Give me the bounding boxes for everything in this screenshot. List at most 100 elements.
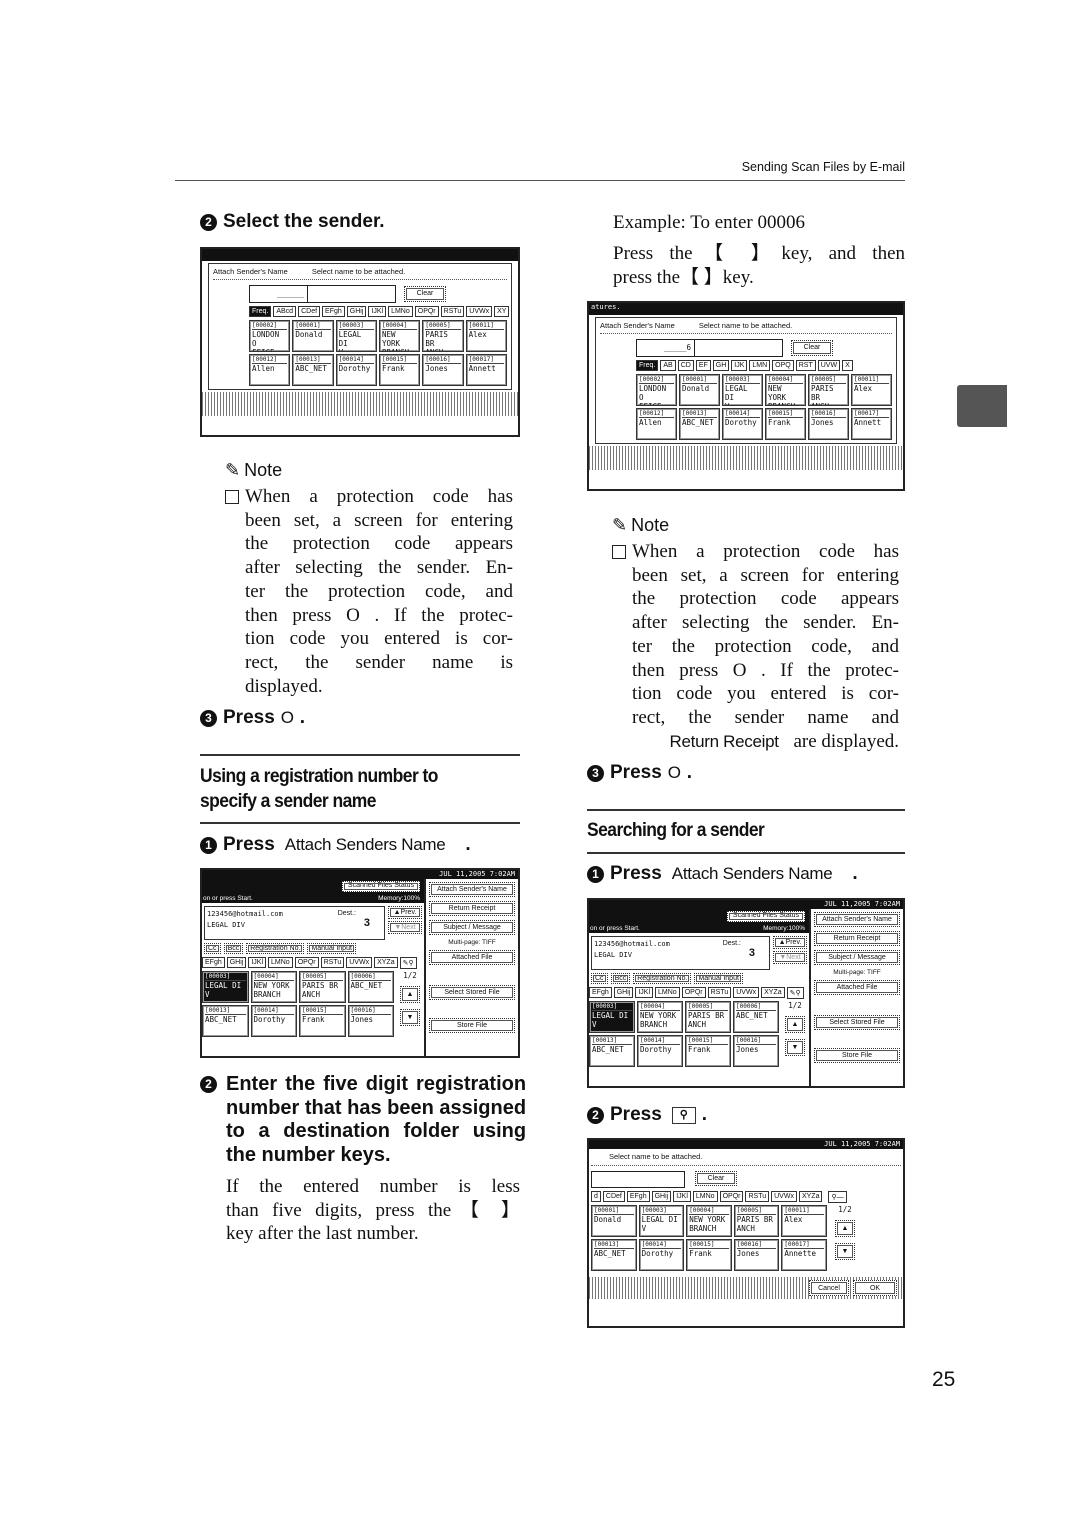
destination-key[interactable]: [00017] Annett (851, 408, 892, 440)
mode-cc[interactable]: Cc (591, 973, 608, 984)
tab-cdef[interactable]: CDef (298, 306, 321, 317)
side-button-0[interactable]: Attach Sender's Name (429, 882, 515, 897)
tab-lmn[interactable]: LMN (749, 360, 771, 371)
tab-rstu[interactable]: RSTu (320, 957, 345, 968)
tab-freq[interactable]: Freq. (636, 360, 659, 371)
cancel-button[interactable]: Cancel (809, 1280, 849, 1296)
destination-key[interactable]: [00005]PARIS BRANCH (808, 374, 849, 406)
store-file-button[interactable]: Store File (429, 1018, 515, 1033)
destination-key[interactable]: [00016] Jones (422, 354, 464, 386)
tab-lmno[interactable]: LMNo (268, 957, 293, 968)
scroll-down-button[interactable]: ▼ (835, 1243, 855, 1260)
mode-registration-no-[interactable]: Registration No. (633, 973, 692, 984)
tab-ghij[interactable]: GHij (651, 1191, 672, 1202)
tab-rstu[interactable]: RSTu (707, 987, 732, 998)
destination-key[interactable]: [00005]PARIS BRANCH (733, 1205, 780, 1237)
tab-ef[interactable]: EF (695, 360, 711, 371)
tab-opq[interactable]: OPQ (772, 360, 794, 371)
mode-manual-input[interactable]: Manual Input (307, 943, 356, 954)
destination-key[interactable]: [00013] ABC_NET (591, 1239, 637, 1271)
next-button[interactable]: ▼Next (388, 921, 422, 934)
attached-file-button[interactable]: Attached File (429, 950, 515, 965)
search-key-icon[interactable]: ✎⚲ (399, 956, 417, 969)
destination-key[interactable]: [00014] Dorothy (335, 354, 377, 386)
tab-uvw[interactable]: UVW (817, 360, 841, 371)
destination-key[interactable]: [00006] ABC_NET (347, 971, 394, 1003)
tab-ijk[interactable]: IJK (731, 360, 748, 371)
destination-key[interactable]: [00013] ABC_NET (202, 1005, 249, 1037)
destination-key[interactable]: [00015] Frank (685, 1035, 731, 1067)
tab-ijkl[interactable]: IJKl (368, 306, 387, 317)
destination-key[interactable]: [00014] Dorothy (722, 408, 763, 440)
destination-key[interactable]: [00005]PARIS BRANCH (299, 971, 346, 1003)
tab-uvwx[interactable]: UVWx (771, 1191, 797, 1202)
destination-key[interactable]: [00003]LEGAL DIV (638, 1205, 685, 1237)
scanned-files-status-button[interactable]: Scanned Files Status (342, 881, 420, 892)
tab-efgh[interactable]: EFgh (626, 1191, 650, 1202)
destination-key[interactable]: [00016] Jones (808, 408, 849, 440)
tab-lmno[interactable]: LMNo (692, 1191, 718, 1202)
tab-uvwx[interactable]: UVWx (346, 957, 373, 968)
destination-key[interactable]: [00016] Jones (347, 1005, 394, 1037)
store-file-button[interactable]: Store File (814, 1048, 900, 1063)
tab-opqr[interactable]: OPQr (719, 1191, 744, 1202)
search-key-icon[interactable]: ✎⚲ (786, 986, 804, 999)
mode-cc[interactable]: Cc (204, 943, 221, 954)
destination-key[interactable]: [00004]NEW YORK BRANCH (686, 1205, 732, 1237)
scanned-files-status-button[interactable]: Scanned Files Status (727, 911, 805, 922)
tab-uvwx[interactable]: UVWx (466, 306, 493, 317)
destination-key[interactable]: [00015] Frank (765, 408, 806, 440)
destination-key[interactable]: [00015] Frank (686, 1239, 732, 1271)
tab-opqr[interactable]: OPQr (414, 306, 439, 317)
destination-key[interactable]: [00003]LEGAL DIV (722, 374, 763, 406)
scroll-up-button[interactable]: ▲ (835, 1220, 855, 1237)
destination-key[interactable]: [00011] Alex (465, 320, 507, 352)
scroll-up-button[interactable]: ▲ (400, 986, 420, 1003)
destination-key[interactable]: [00005]PARIS BRANCH (685, 1001, 731, 1033)
clear-button[interactable]: Clear (695, 1171, 737, 1186)
select-stored-file-button[interactable]: Select Stored File (429, 985, 515, 1000)
select-stored-file-button[interactable]: Select Stored File (814, 1015, 900, 1030)
tab-ghij[interactable]: GHij (226, 957, 247, 968)
tab-freq[interactable]: Freq. (249, 306, 272, 317)
destination-key[interactable]: [00014] Dorothy (638, 1239, 685, 1271)
destination-key[interactable]: [00003]LEGAL DIV (202, 971, 249, 1003)
number-input[interactable] (591, 1171, 685, 1188)
tab-cdef[interactable]: CDef (602, 1191, 625, 1202)
destination-key[interactable]: [00002]LONDON OFFICE (249, 320, 291, 352)
tab-xyza[interactable]: XYZa (761, 987, 785, 998)
side-button-1[interactable]: Return Receipt (429, 901, 515, 916)
destination-key[interactable]: [00003]LEGAL DIV (589, 1001, 635, 1033)
prev-button[interactable]: ▲Prev. (388, 906, 422, 919)
scroll-up-button[interactable]: ▲ (785, 1016, 805, 1033)
destination-key[interactable]: [00017] Annett (465, 354, 507, 386)
attached-file-button[interactable]: Attached File (814, 980, 900, 995)
tab-gh[interactable]: GH (712, 360, 730, 371)
prev-button[interactable]: ▲Prev. (773, 936, 807, 949)
side-button-1[interactable]: Return Receipt (814, 931, 900, 946)
tab-rst[interactable]: RST (795, 360, 816, 371)
tab-lmno[interactable]: LMNo (388, 306, 413, 317)
number-input[interactable]: _____6 (636, 339, 783, 357)
tab-ab[interactable]: AB (660, 360, 676, 371)
destination-key[interactable]: [00016] Jones (733, 1035, 779, 1067)
tab-d[interactable]: d (591, 1191, 601, 1202)
tab-ijkl[interactable]: IJKl (248, 957, 267, 968)
side-button-0[interactable]: Attach Sender's Name (814, 912, 900, 927)
tab-efgh[interactable]: EFgh (322, 306, 345, 317)
destination-key[interactable]: [00004]NEW YORK BRANCH (378, 320, 421, 352)
destination-key[interactable]: [00005]PARIS BRANCH (422, 320, 464, 352)
search-key-icon[interactable]: ⚲— (828, 1190, 847, 1203)
destination-key[interactable]: [00014] Dorothy (637, 1035, 683, 1067)
scroll-down-button[interactable]: ▼ (785, 1039, 805, 1056)
tab-efgh[interactable]: EFgh (202, 957, 225, 968)
destination-key[interactable]: [00013] ABC_NET (292, 354, 334, 386)
tab-opqr[interactable]: OPQr (681, 987, 706, 998)
destination-key[interactable]: [00006] ABC_NET (733, 1001, 779, 1033)
tab-xyza[interactable]: XYZa (798, 1191, 823, 1202)
clear-button[interactable]: Clear (404, 286, 446, 302)
mode-registration-no-[interactable]: Registration No. (246, 943, 305, 954)
tab-rstu[interactable]: RSTu (440, 306, 465, 317)
tab-xyza[interactable]: XYZa (374, 957, 398, 968)
tab-opqr[interactable]: OPQr (294, 957, 319, 968)
